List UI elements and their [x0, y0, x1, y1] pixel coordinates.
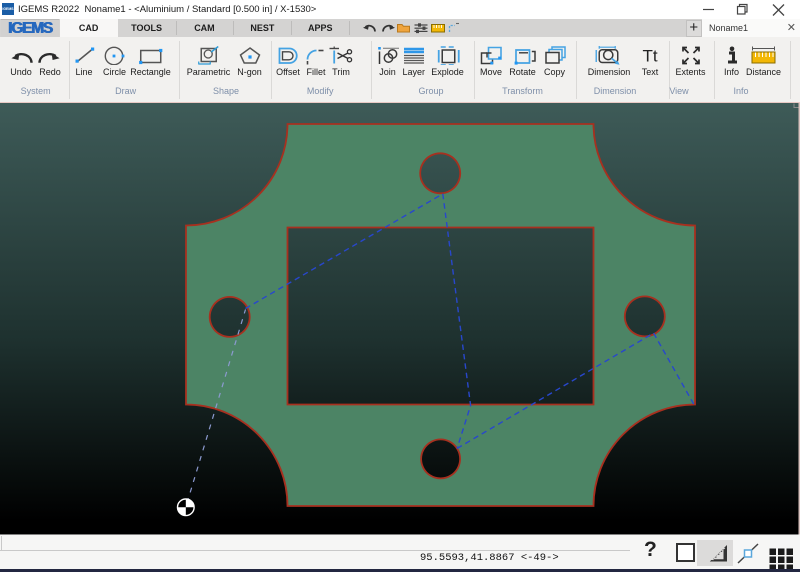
svg-text:Tt: Tt: [642, 46, 657, 65]
